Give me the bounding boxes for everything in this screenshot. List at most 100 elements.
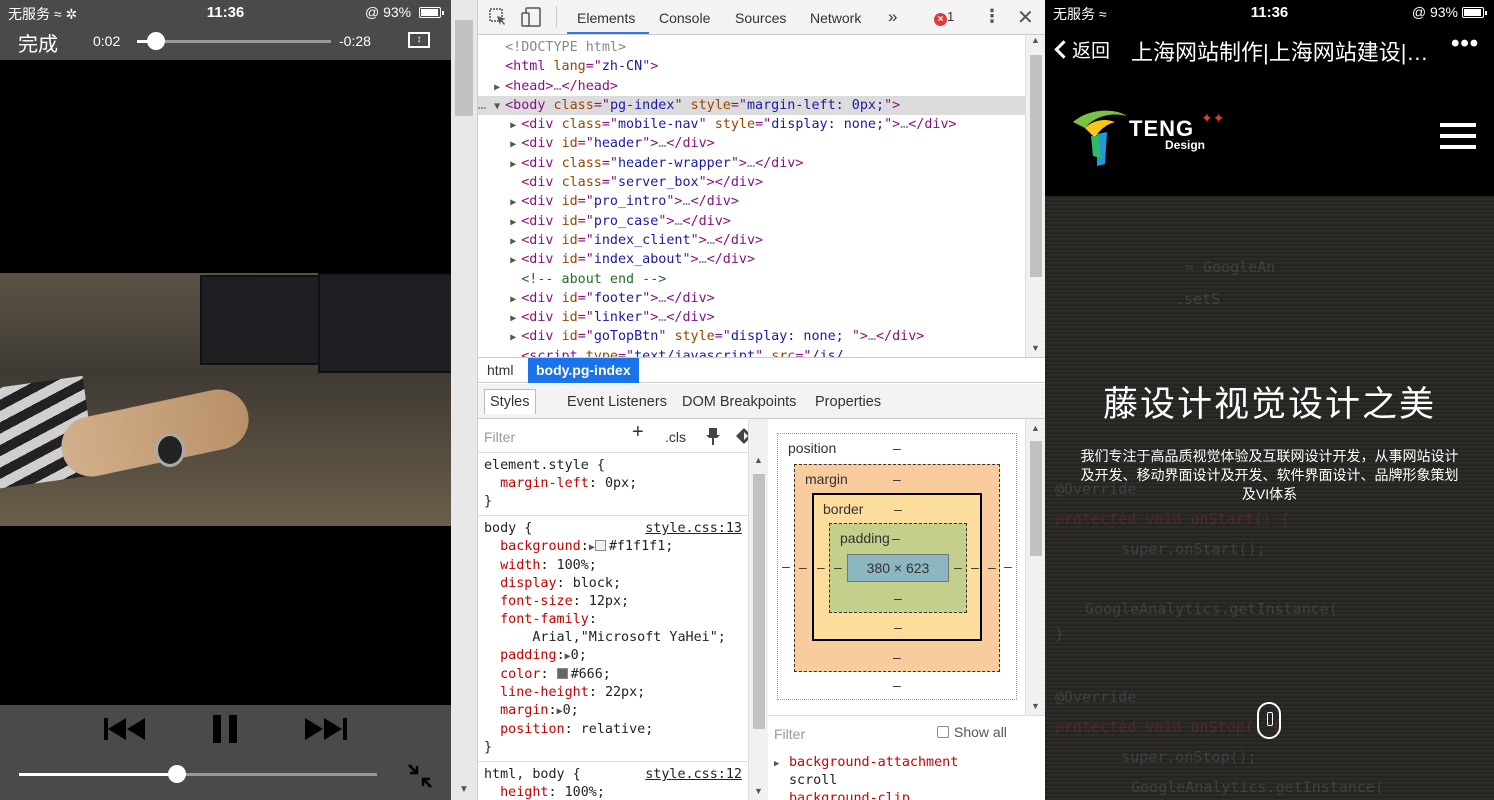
styles-scrollbar[interactable]: ▲ ▼ xyxy=(748,419,768,800)
tab-console[interactable]: Console xyxy=(659,10,710,26)
scroll-down-icon[interactable]: ▼ xyxy=(1031,701,1040,711)
style-property[interactable]: font-family xyxy=(500,612,589,627)
style-value[interactable]: #666; xyxy=(571,667,611,682)
style-declaration[interactable]: height: 100%; xyxy=(484,784,742,800)
scroll-down-icon[interactable]: ▼ xyxy=(754,786,763,796)
tab-dom-breakpoints[interactable]: DOM Breakpoints xyxy=(682,394,796,410)
more-tabs-icon[interactable]: » xyxy=(888,7,897,27)
page-scrollbar[interactable]: ▼ xyxy=(451,0,478,800)
scrubber-thumb[interactable] xyxy=(147,32,166,50)
dom-node[interactable]: ▶ <div id="footer">…</div> xyxy=(478,289,1025,308)
cls-toggle-button[interactable]: .cls xyxy=(665,428,686,446)
style-property[interactable]: line-height xyxy=(500,685,589,700)
breadcrumb-body[interactable]: body.pg-index xyxy=(528,358,639,383)
tab-properties[interactable]: Properties xyxy=(815,394,881,410)
style-declaration[interactable]: position: relative; xyxy=(484,721,742,739)
expand-triangle-icon[interactable]: ▶ xyxy=(510,251,521,270)
styles-filter-input[interactable]: Filter xyxy=(484,428,515,446)
done-button[interactable]: 完成 xyxy=(18,28,58,57)
dom-node[interactable]: ▶ <div id="index_about">…</div> xyxy=(478,250,1025,269)
next-track-icon[interactable] xyxy=(305,718,347,745)
style-value[interactable]: #f1f1f1; xyxy=(609,539,674,554)
dom-node[interactable]: ▶ <div id="header">…</div> xyxy=(478,134,1025,153)
tab-network[interactable]: Network xyxy=(810,10,861,26)
style-value[interactable]: Arial,"Microsoft YaHei"; xyxy=(500,630,726,645)
box-model-margin[interactable]: margin – – – – border – – – – padding – … xyxy=(794,464,1000,672)
tab-sources[interactable]: Sources xyxy=(735,10,786,26)
style-value[interactable]: 100%; xyxy=(557,558,597,573)
style-property[interactable]: width xyxy=(500,558,540,573)
pause-icon[interactable] xyxy=(213,715,237,748)
scroll-down-icon[interactable]: ▼ xyxy=(459,784,469,795)
style-value[interactable]: relative; xyxy=(581,722,654,737)
style-declaration[interactable]: display: block; xyxy=(484,575,742,593)
computed-row[interactable]: ▶ background-attachment xyxy=(768,754,1045,772)
expand-triangle-icon[interactable]: ▶ xyxy=(510,328,521,347)
color-format-icon[interactable] xyxy=(735,427,748,451)
style-declaration[interactable]: margin-left: 0px; xyxy=(484,475,742,493)
style-declaration[interactable]: font-family: xyxy=(484,611,742,629)
dom-node[interactable]: ▶ <div class="mobile-nav" style="display:… xyxy=(478,115,1025,134)
expand-triangle-icon[interactable]: ▶ xyxy=(510,213,521,232)
dom-node[interactable]: ▶ <div id="pro_intro">…</div> xyxy=(478,192,1025,211)
box-model-scrollbar-thumb[interactable] xyxy=(1030,441,1042,556)
style-property[interactable]: font-size xyxy=(500,594,573,609)
box-model-scrollbar[interactable]: ▲ ▼ xyxy=(1025,419,1045,715)
dom-node[interactable]: … ▼ <body class="pg-index" style="margin-… xyxy=(478,95,1025,116)
html-body-source-link[interactable]: style.css:12 xyxy=(645,766,742,784)
page-scrollbar-thumb[interactable] xyxy=(455,20,473,116)
dom-tree[interactable]: <!DOCTYPE html> <html lang="zh-CN"> ▶ <he… xyxy=(478,35,1025,357)
style-declaration[interactable]: width: 100%; xyxy=(484,557,742,575)
dom-tree-scrollbar-thumb[interactable] xyxy=(1030,55,1042,277)
dom-node[interactable]: ▶ <div id="pro_case">…</div> xyxy=(478,212,1025,231)
box-model-content[interactable]: 380 × 623 xyxy=(847,554,949,582)
box-model-border[interactable]: border – – – – padding – – – – 380 × 623 xyxy=(812,493,982,641)
style-value[interactable]: 12px; xyxy=(589,594,629,609)
scroll-down-mouse-icon[interactable] xyxy=(1257,702,1281,739)
style-property[interactable]: margin-left xyxy=(500,476,589,491)
tab-event-listeners[interactable]: Event Listeners xyxy=(567,394,667,410)
dom-node[interactable]: <!DOCTYPE html> xyxy=(478,38,1025,57)
style-property[interactable]: background xyxy=(500,539,581,554)
volume-slider[interactable] xyxy=(19,765,377,783)
expand-triangle-icon[interactable]: ▶ xyxy=(510,232,521,251)
style-declaration[interactable]: Arial,"Microsoft YaHei"; xyxy=(484,629,742,647)
volume-thumb[interactable] xyxy=(167,765,186,783)
dom-node[interactable]: <!-- about end --> xyxy=(478,270,1025,289)
element-state-icon[interactable] xyxy=(705,427,721,451)
expand-triangle-icon[interactable]: ▶ xyxy=(510,135,521,154)
devtools-menu-icon[interactable]: ⋮ xyxy=(983,6,1001,27)
computed-filter-input[interactable]: Filter xyxy=(774,726,805,742)
teng-logo-icon[interactable] xyxy=(1071,106,1131,173)
style-declaration[interactable]: font-size: 12px; xyxy=(484,593,742,611)
dom-node[interactable]: ▶ <head>…</head> xyxy=(478,77,1025,96)
scroll-down-icon[interactable]: ▼ xyxy=(1031,343,1040,353)
aspect-fit-icon[interactable]: ↕ xyxy=(408,32,430,48)
box-model-position[interactable]: position – – – – margin – – – – border –… xyxy=(777,433,1017,700)
style-property[interactable]: position xyxy=(500,722,565,737)
back-button[interactable]: 返回 xyxy=(1054,36,1110,63)
scrubber-track[interactable] xyxy=(137,32,331,50)
expand-triangle-icon[interactable]: ▶ xyxy=(510,155,521,174)
expand-triangle-icon[interactable]: ▶ xyxy=(510,193,521,212)
style-property[interactable]: display xyxy=(500,576,556,591)
expand-triangle-icon[interactable]: ▶ xyxy=(494,78,505,97)
expand-icon[interactable]: ▶ xyxy=(774,755,779,773)
color-swatch[interactable] xyxy=(556,668,568,679)
style-property[interactable]: padding xyxy=(500,648,556,663)
style-declaration[interactable]: padding:▶0; xyxy=(484,647,742,666)
breadcrumb-html[interactable]: html xyxy=(487,362,513,378)
style-declaration[interactable]: background:▶ #f1f1f1; xyxy=(484,538,742,557)
style-declaration[interactable]: line-height: 22px; xyxy=(484,684,742,702)
style-value[interactable]: 100%; xyxy=(565,785,605,800)
style-value[interactable]: 0; xyxy=(563,703,579,718)
style-declaration[interactable]: color: #666; xyxy=(484,666,742,684)
scroll-up-icon[interactable]: ▲ xyxy=(1031,35,1040,45)
new-style-rule-icon[interactable]: + xyxy=(632,422,644,442)
device-toolbar-icon[interactable] xyxy=(521,7,543,30)
dom-node[interactable]: ▶ <div class="header-wrapper">…</div> xyxy=(478,154,1025,173)
computed-row[interactable]: background-clip xyxy=(768,790,1045,800)
style-value[interactable]: 0; xyxy=(571,648,587,663)
expand-triangle-icon[interactable]: ▶ xyxy=(510,116,521,135)
close-devtools-icon[interactable]: ✕ xyxy=(1017,5,1034,30)
